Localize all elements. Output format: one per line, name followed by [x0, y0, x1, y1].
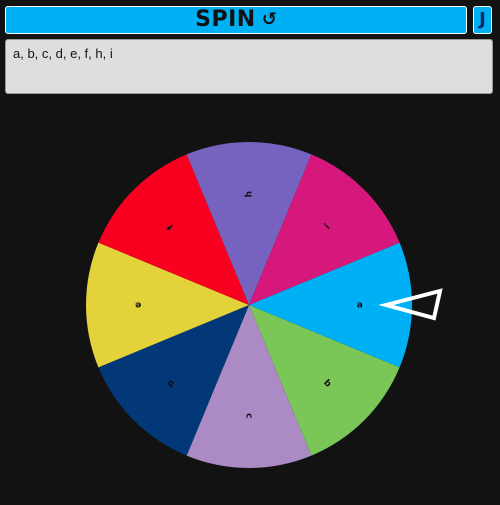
- prize-wheel[interactable]: abcdefhi: [0, 0, 500, 500]
- wheel-segment-label-a: a: [357, 301, 363, 311]
- wheel-segment-label-e: e: [135, 300, 141, 310]
- wheel-segment-label-h: h: [245, 191, 255, 197]
- wheel-segment-label-c: c: [244, 413, 254, 418]
- wheel-area: abcdefhi: [0, 0, 500, 500]
